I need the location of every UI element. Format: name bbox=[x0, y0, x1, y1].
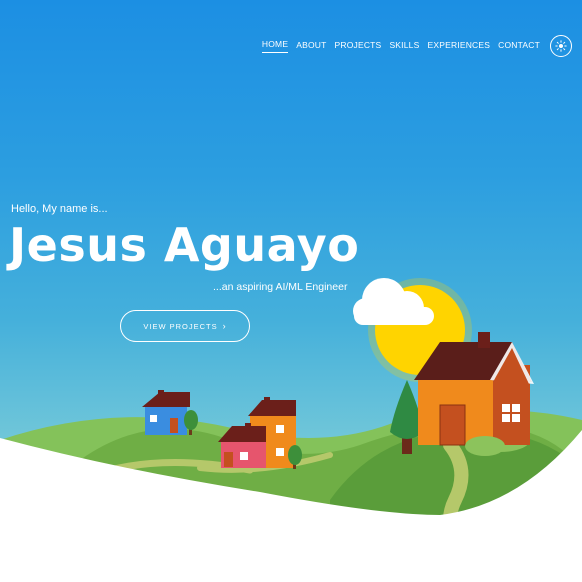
hero-name: Jesus Aguayo bbox=[9, 218, 360, 272]
blue-house bbox=[142, 390, 190, 435]
hero-greeting: Hello, My name is... bbox=[11, 203, 108, 215]
nav-contact[interactable]: CONTACT bbox=[498, 40, 540, 53]
nav-experiences[interactable]: EXPERIENCES bbox=[427, 40, 490, 53]
nav-skills[interactable]: SKILLS bbox=[389, 40, 419, 53]
main-nav: HOME ABOUT PROJECTS SKILLS EXPERIENCES C… bbox=[261, 35, 572, 57]
hero-tagline: ...an aspiring AI/ML Engineer bbox=[213, 281, 348, 293]
view-projects-button[interactable]: VIEW PROJECTS › bbox=[120, 310, 250, 342]
nav-about[interactable]: ABOUT bbox=[296, 40, 326, 53]
theme-toggle-button[interactable] bbox=[550, 35, 572, 57]
hero-section: HOME ABOUT PROJECTS SKILLS EXPERIENCES C… bbox=[0, 0, 582, 582]
nav-projects[interactable]: PROJECTS bbox=[334, 40, 381, 53]
sun-icon bbox=[555, 40, 567, 52]
nav-home[interactable]: HOME bbox=[261, 39, 289, 53]
chevron-right-icon: › bbox=[222, 321, 227, 331]
view-projects-label: VIEW PROJECTS bbox=[143, 321, 218, 331]
